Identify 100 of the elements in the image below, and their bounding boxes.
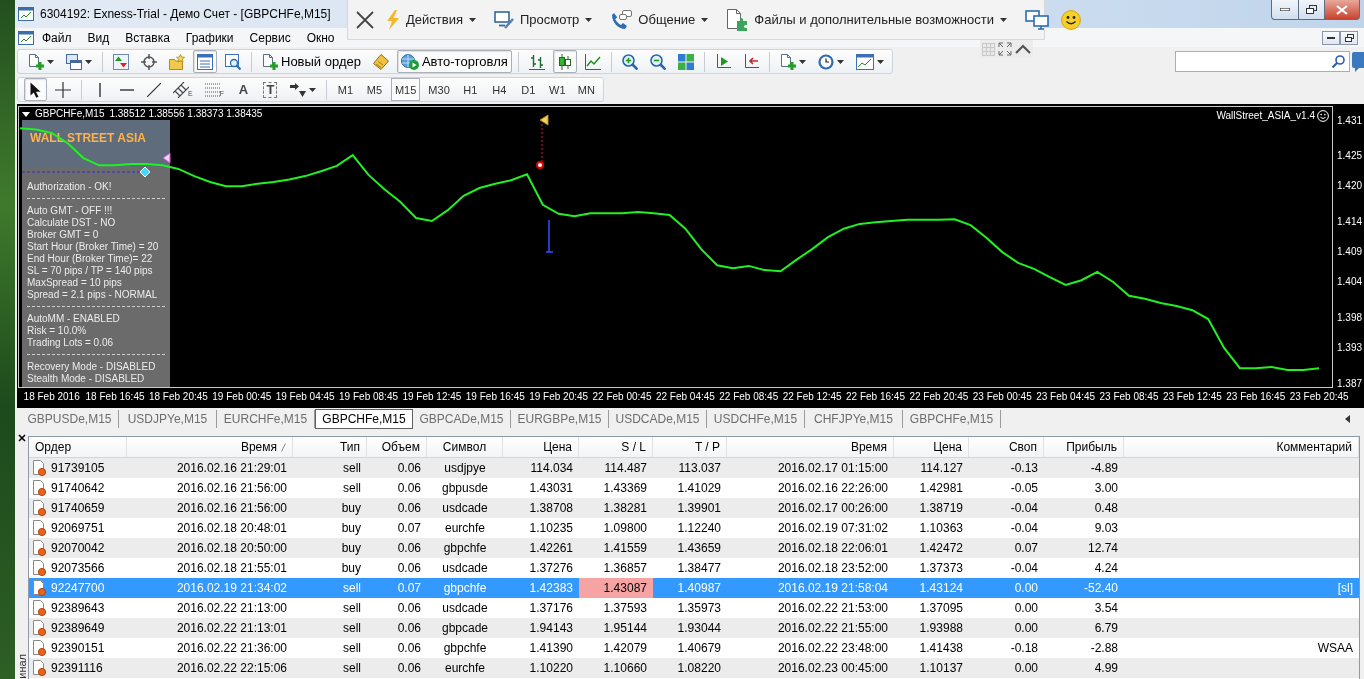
table-row[interactable]: 92389649 2016.02.22 21:13:01 sell 0.06 gbpcade 1.94143 1.95144 1.93044 2016.02.22 21:55:00 1.93988 0.00 6.79 — [29, 618, 1359, 638]
order-number: 92070042 — [51, 540, 105, 557]
expand-button[interactable] — [998, 42, 1012, 56]
menu-item[interactable]: Файл — [34, 28, 80, 47]
search-field[interactable] — [1175, 51, 1350, 72]
table-cell-text: 2016.02.22 22:15:06 — [175, 660, 288, 677]
terminal-button[interactable] — [193, 50, 217, 73]
scroll-left-icon — [1345, 415, 1350, 423]
file-puzzle-icon — [726, 8, 749, 31]
menu-item[interactable]: Графики — [177, 28, 242, 47]
table-cell-text: 1.35973 — [676, 600, 722, 617]
timeframe-button[interactable]: M15 — [390, 78, 421, 101]
table-row[interactable]: 92073566 2016.02.18 21:55:01 buy 0.06 usdcade 1.37276 1.36857 1.38477 2016.02.18 23:52:00 1.37373 -0.04 4.24 — [29, 558, 1359, 578]
table-cell-text: 2016.02.22 23:48:00 — [776, 640, 889, 657]
table-row[interactable]: 92391116 2016.02.22 22:15:06 sell 0.06 eurchfe 1.10220 1.10660 1.08220 2016.02.23 00:45:00 1.10137 0.00 4.99 — [29, 658, 1359, 678]
timeframe-button[interactable]: H4 — [486, 78, 512, 101]
table-cell-text: 1.10220 — [528, 660, 574, 677]
table-row[interactable]: 92390151 2016.02.22 21:36:00 sell 0.06 gbpchfe 1.41390 1.42079 1.40679 2016.02.22 23:48:00 1.41438 -0.18 -2.88 WSAA — [29, 638, 1359, 658]
timeframe-button[interactable]: D1 — [515, 78, 541, 101]
table-cell-text: 2016.02.18 23:52:00 — [776, 560, 889, 577]
column-header[interactable]: T / P — [653, 437, 727, 457]
chart-tab[interactable]: GBPCHFe,M15 — [903, 410, 1001, 428]
window-magnifier-icon — [225, 53, 241, 70]
column-header[interactable]: Время — [127, 437, 293, 457]
table-cell-text: -52.40 — [1082, 580, 1119, 597]
table-row[interactable]: 91740659 2016.02.16 21:56:00 buy 0.06 usdcade 1.38708 1.38281 1.39901 2016.02.17 00:26:00 1.38719 -0.04 0.48 — [29, 498, 1359, 518]
table-cell-text: -0.04 — [1009, 520, 1039, 537]
column-header[interactable]: Своп — [969, 437, 1044, 457]
table-cell-text: 113.037 — [677, 460, 722, 477]
table-row[interactable]: 91740642 2016.02.16 21:56:00 sell 0.06 gbpusde 1.43031 1.43369 1.41029 2016.02.16 22:26:00 1.42981 -0.05 3.00 — [29, 478, 1359, 498]
column-header[interactable]: Прибыль — [1044, 437, 1124, 457]
table-cell-text: gbpchfe — [442, 540, 488, 557]
text-label-tool-button[interactable]: T — [258, 78, 282, 101]
column-header[interactable]: S / L — [579, 437, 653, 457]
communication-menu-button[interactable]: Общение — [604, 3, 715, 36]
new-order-button[interactable]: Новый ордер — [258, 50, 365, 73]
timeframe-button[interactable]: M1 — [332, 78, 358, 101]
menu-item[interactable]: Вид — [79, 28, 118, 47]
table-row[interactable]: 92247700 2016.02.19 21:34:02 sell 0.07 gbpchfe 1.42383 1.43087 1.40987 2016.02.19 21:58:04 1.43124 0.00 -52.40 [sl] — [29, 578, 1359, 598]
order-document-icon — [32, 580, 46, 596]
column-header[interactable]: Цена — [894, 437, 969, 457]
column-header[interactable]: Ордер — [29, 437, 127, 457]
collapse-button[interactable] — [1015, 44, 1031, 54]
text-tool-button[interactable]: A — [231, 78, 255, 101]
timeframe-button[interactable]: H1 — [457, 78, 483, 101]
chart-tab[interactable]: CHFJPYe,M15 — [805, 410, 903, 428]
timeframe-button[interactable]: M5 — [361, 78, 387, 101]
autotrading-button[interactable]: Авто-торговля — [396, 50, 512, 73]
table-cell-text: 0.06 — [396, 480, 422, 497]
column-header[interactable]: Цена — [503, 437, 579, 457]
view-menu-button[interactable]: Просмотр — [487, 3, 599, 36]
column-header[interactable]: Символ — [427, 437, 503, 457]
order-document-icon — [32, 540, 46, 556]
chart-tab[interactable]: EURGBPe,M15 — [511, 410, 609, 428]
timeframe-button[interactable]: MN — [573, 78, 599, 101]
table-row[interactable]: 91739105 2016.02.16 21:29:01 sell 0.06 usdjpye 114.034 114.487 113.037 2016.02.17 01:15:00 114.127 -0.13 -4.89 — [29, 458, 1359, 478]
chart-tab[interactable]: GBPCADe,M15 — [413, 410, 511, 428]
order-document-icon — [32, 560, 46, 576]
column-header[interactable]: Тип — [293, 437, 367, 457]
table-row[interactable]: 92070042 2016.02.18 20:50:00 buy 0.06 gbpchfe 1.42261 1.41559 1.43659 2016.02.18 22:06:01 1.42472 0.07 12.74 — [29, 538, 1359, 558]
time-axis-label: 22 Feb 16:45 — [846, 391, 905, 403]
timeframe-button[interactable]: W1 — [544, 78, 570, 101]
menu-item[interactable]: Вставка — [117, 28, 178, 47]
chart-tab[interactable]: USDJPYe,M15 — [119, 410, 217, 428]
column-header[interactable]: Время — [727, 437, 894, 457]
cursor-button[interactable] — [24, 78, 47, 101]
restore-button[interactable] — [1340, 30, 1358, 45]
chart-tab[interactable]: USDCHFe,M15 — [707, 410, 805, 428]
menu-item[interactable]: Сервис — [241, 28, 299, 47]
document-plus-icon — [262, 53, 278, 70]
files-menu-button[interactable]: Файлы и дополнительные возможности — [720, 3, 1013, 36]
close-button[interactable] — [17, 434, 26, 442]
chart-tab[interactable]: GBPCHFe,M15 — [315, 409, 413, 429]
order-number: 91739105 — [51, 460, 105, 477]
table-row[interactable]: 92389643 2016.02.22 21:13:00 sell 0.06 usdcade 1.37176 1.37593 1.35973 2016.02.22 21:53:00 1.37095 0.00 3.54 — [29, 598, 1359, 618]
table-row[interactable]: 92069751 2016.02.18 20:48:01 buy 0.07 eurchfe 1.10235 1.09800 1.12240 2016.02.19 07:31:02 1.10363 -0.04 9.03 — [29, 518, 1359, 538]
price-axis-label: 1.420 — [1337, 180, 1363, 193]
menu-item[interactable]: Окно — [298, 28, 343, 47]
restore-button[interactable] — [1298, 0, 1325, 20]
table-cell-text: usdjpye — [443, 460, 487, 477]
chart-tab[interactable]: USDCADe,M15 — [609, 410, 707, 428]
table-cell-text: 2016.02.19 21:34:02 — [175, 580, 288, 597]
app-icon — [18, 6, 34, 22]
candles-button[interactable] — [552, 50, 577, 73]
axis-arrow-icon — [742, 53, 759, 70]
minimize-button[interactable] — [1322, 30, 1340, 45]
caret-icon — [308, 87, 316, 92]
column-header[interactable]: Объем — [367, 437, 427, 457]
tile-windows-icon — [677, 53, 694, 70]
time-axis-label: 23 Feb 04:45 — [1036, 391, 1096, 403]
column-header[interactable]: Комментарий — [1124, 437, 1359, 457]
table-cell-text: 2016.02.19 07:31:02 — [776, 520, 889, 537]
order-number: 91740642 — [51, 480, 105, 497]
table-cell-text: 2016.02.22 21:55:00 — [776, 620, 889, 637]
timeframe-button[interactable]: M30 — [424, 78, 454, 101]
actions-menu-button[interactable]: Действия — [380, 3, 482, 36]
chart-tab[interactable]: GBPUSDe,M15 — [21, 410, 119, 428]
table-cell-text: 2016.02.18 20:48:01 — [175, 520, 288, 537]
table-cell-text: 0.07 — [1013, 540, 1039, 557]
table-cell-text: 0.00 — [1013, 660, 1039, 677]
